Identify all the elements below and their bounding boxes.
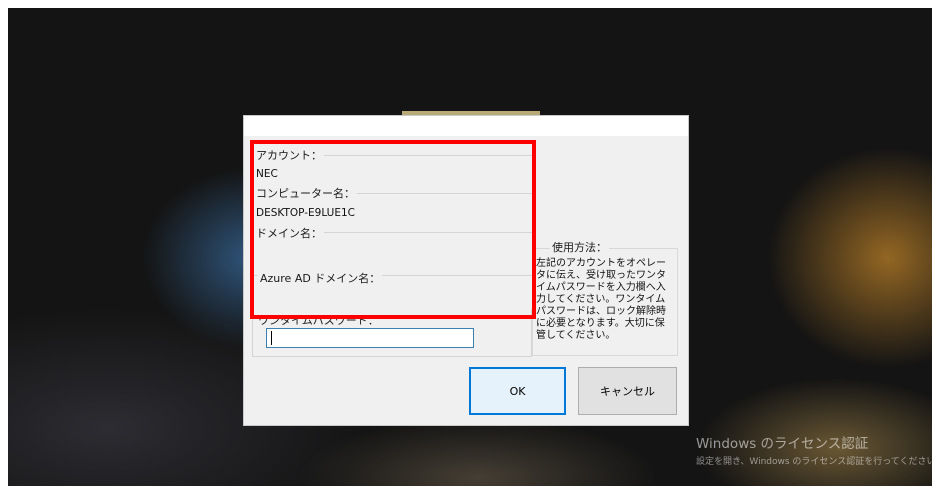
activation-watermark-title: Windows のライセンス認証 (696, 436, 869, 452)
cancel-button-label: キャンセル (600, 385, 655, 398)
text-caret (271, 331, 272, 345)
account-value: NEC (256, 168, 278, 180)
account-label: アカウント： (254, 149, 324, 162)
computer-group: コンピューター名： DESKTOP-E9LUE1C (252, 187, 532, 225)
ok-button[interactable]: OK (469, 367, 566, 415)
ok-button-label: OK (509, 384, 526, 398)
azure-domain-group: Azure AD ドメイン名： (252, 272, 532, 307)
computer-label: コンピューター名： (254, 187, 357, 200)
account-group: アカウント： NEC (252, 149, 532, 187)
computer-value: DESKTOP-E9LUE1C (256, 207, 355, 219)
dialog-titlebar (244, 116, 688, 136)
otp-input[interactable] (266, 328, 474, 348)
usage-label: 使用方法： (550, 241, 609, 254)
domain-group: ドメイン名： (252, 227, 532, 266)
activation-watermark-subtitle: 設定を開き、Windows のライセンス認証を行ってください。 (696, 457, 940, 467)
cancel-button[interactable]: キャンセル (578, 367, 677, 415)
domain-label: ドメイン名： (254, 227, 324, 240)
otp-label: ワンタイムパスワード： (256, 314, 381, 327)
usage-text: 左記のアカウントをオペレータに伝え、受け取ったワンタイムパスワードを入力欄へ入力… (536, 258, 666, 341)
azure-domain-label: Azure AD ドメイン名： (258, 272, 383, 285)
